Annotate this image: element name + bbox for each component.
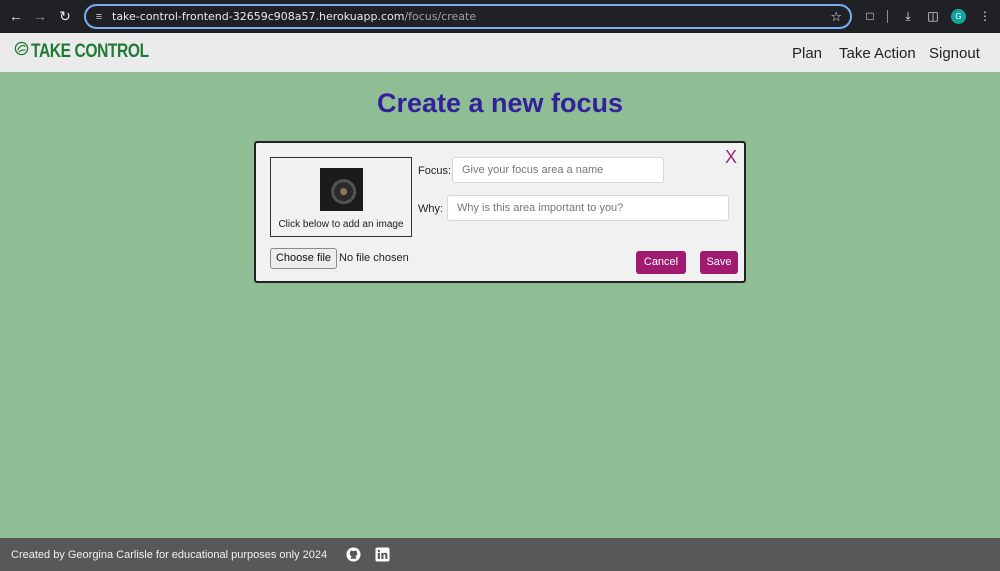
file-status: No file chosen <box>339 252 409 264</box>
image-preview-box: Click below to add an image <box>270 157 412 237</box>
create-focus-card: Click below to add an image Choose file … <box>254 141 746 283</box>
brand-name: TAKE CONTROL <box>31 41 149 62</box>
linkedin-icon[interactable] <box>375 547 390 562</box>
why-input[interactable]: Why is this area important to you? <box>447 195 729 221</box>
footer-credit: Created by Georgina Carlisle for educati… <box>11 549 328 561</box>
kebab-menu-icon[interactable]: ⋮ <box>977 8 993 24</box>
toolbar-divider <box>887 10 888 23</box>
focus-label: Focus: <box>418 165 452 177</box>
footer: Created by Georgina Carlisle for educati… <box>0 538 1000 571</box>
forward-arrow-icon[interactable]: → <box>31 7 49 25</box>
nav-link-signout[interactable]: Signout <box>929 45 980 63</box>
download-icon[interactable]: ⤓ <box>900 8 916 24</box>
choose-file-button[interactable]: Choose file <box>270 248 337 269</box>
profile-avatar[interactable]: G <box>951 9 966 24</box>
image-placeholder <box>320 168 363 211</box>
address-bar[interactable]: ≡ take-control-frontend-32659c908a57.her… <box>84 4 852 29</box>
reload-icon[interactable]: ↻ <box>56 7 74 25</box>
image-caption: Click below to add an image <box>278 219 404 230</box>
github-icon[interactable] <box>346 547 361 562</box>
browser-toolbar: ← → ↻ ≡ take-control-frontend-32659c908a… <box>0 0 1000 33</box>
url-path: /focus/create <box>404 10 477 23</box>
cancel-button[interactable]: Cancel <box>636 251 686 274</box>
brand-leaf-icon <box>14 41 29 55</box>
back-arrow-icon[interactable]: ← <box>7 7 25 25</box>
close-icon[interactable]: X <box>725 148 737 166</box>
focus-input[interactable]: Give your focus area a name <box>452 157 664 183</box>
extensions-icon[interactable]: □ <box>862 8 878 24</box>
star-icon[interactable]: ☆ <box>830 9 842 25</box>
nav-link-plan[interactable]: Plan <box>792 45 822 63</box>
why-label: Why: <box>418 203 444 215</box>
side-panel-icon[interactable]: ◫ <box>925 8 941 24</box>
site-settings-icon[interactable]: ≡ <box>92 10 106 24</box>
url-text[interactable]: take-control-frontend-32659c908a57.herok… <box>112 10 476 24</box>
app-navbar: TAKE CONTROL Plan Take Action Signout <box>0 33 1000 72</box>
save-button[interactable]: Save <box>700 251 738 274</box>
nav-link-take-action[interactable]: Take Action <box>839 45 916 63</box>
brand-logo[interactable]: TAKE CONTROL <box>14 39 175 65</box>
page-title: Create a new focus <box>376 88 624 118</box>
url-host: take-control-frontend-32659c908a57.herok… <box>112 10 405 23</box>
